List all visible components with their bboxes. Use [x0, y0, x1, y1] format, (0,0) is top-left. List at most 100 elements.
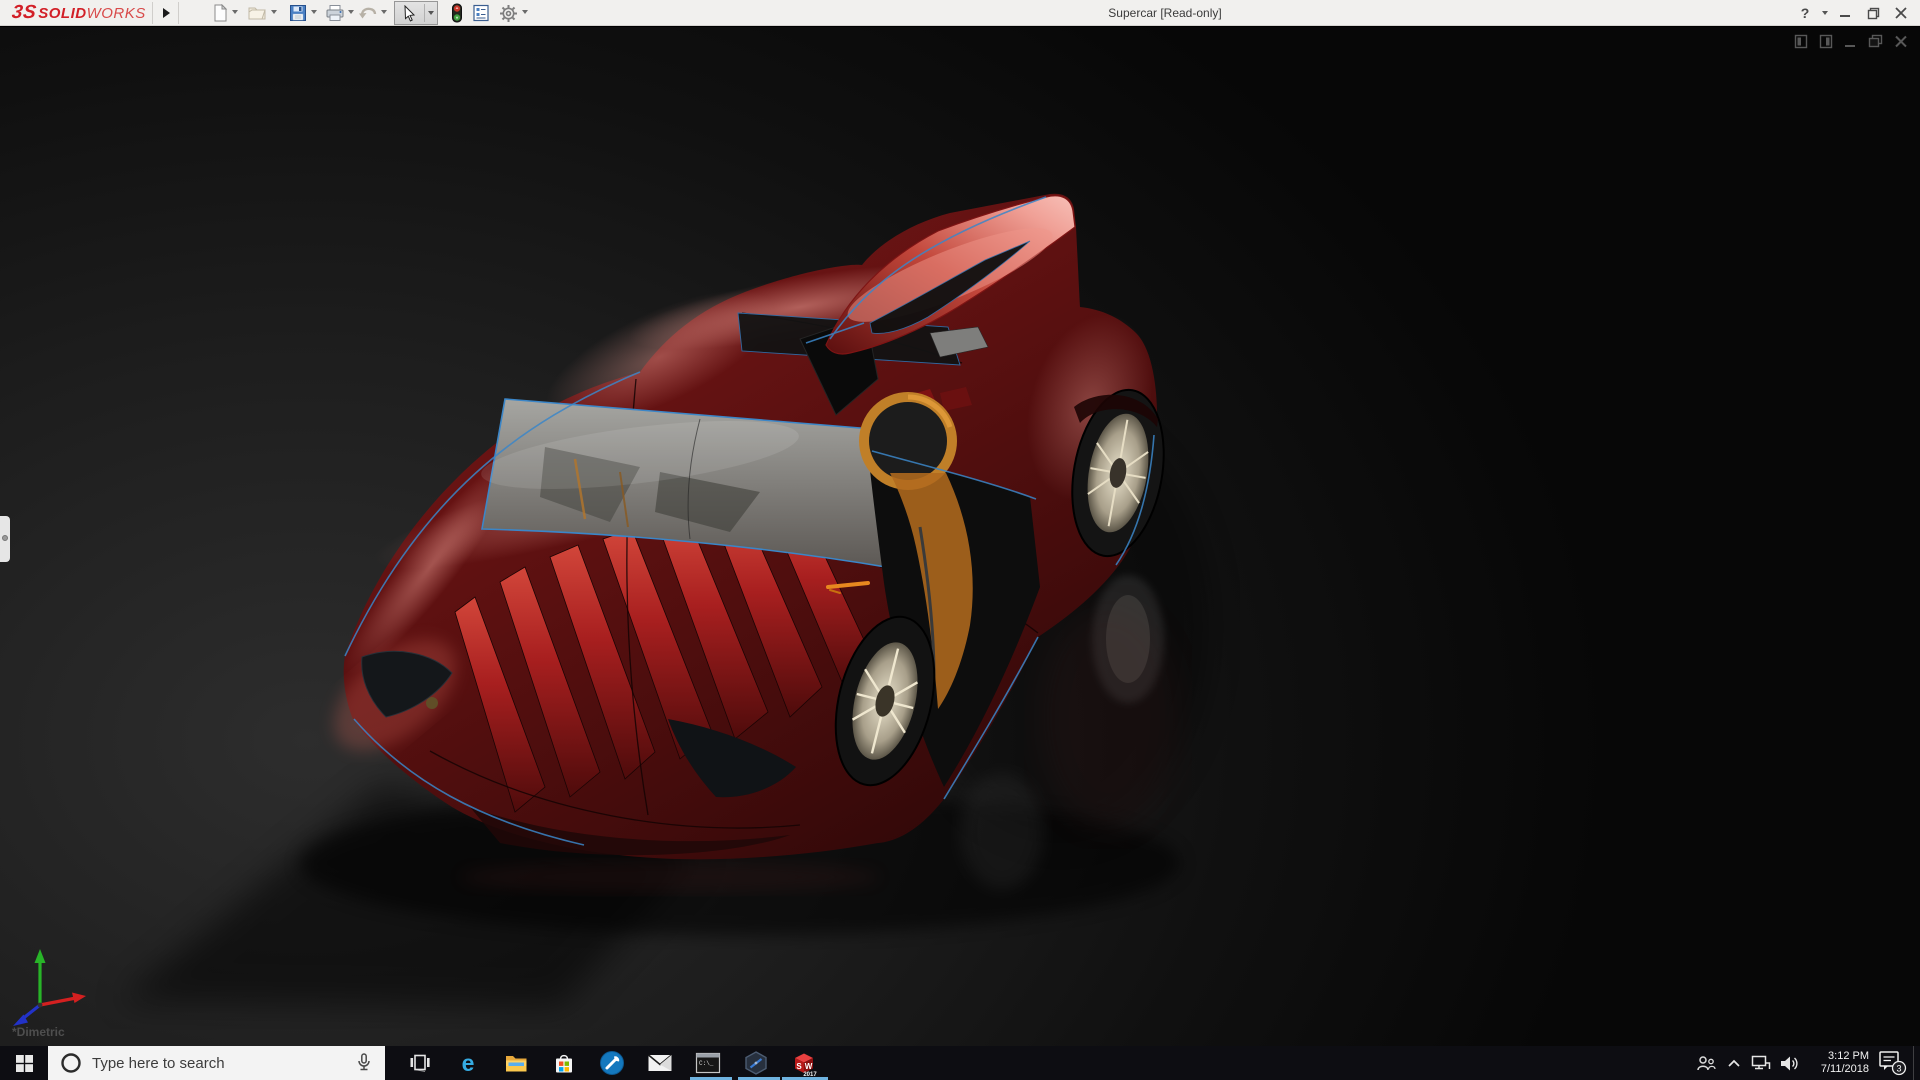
- mail-envelope-icon: [647, 1053, 673, 1073]
- brand-name-light: WORKS: [87, 5, 146, 22]
- flyout-arrow-icon: [161, 7, 171, 19]
- file-properties-button[interactable]: [470, 2, 492, 24]
- menu-flyout-arrow-button[interactable]: [156, 2, 176, 24]
- volume-button[interactable]: [1775, 1046, 1803, 1080]
- document-window-controls: [1794, 34, 1908, 49]
- save-floppy-icon: [289, 4, 307, 22]
- minimize-button[interactable]: [1834, 2, 1856, 24]
- action-center-icon: 3: [1878, 1049, 1908, 1077]
- document-close-icon[interactable]: [1894, 34, 1908, 49]
- brand-name-bold: SOLID: [38, 5, 86, 22]
- undo-dropdown-caret[interactable]: [381, 10, 387, 14]
- flyout-tab-handle-icon: [2, 535, 8, 541]
- task-view-button[interactable]: [396, 1046, 444, 1080]
- x-axis: [40, 998, 76, 1005]
- new-document-button[interactable]: [209, 2, 231, 24]
- close-button[interactable]: [1890, 2, 1912, 24]
- restore-icon: [1867, 7, 1880, 20]
- save-dropdown-caret[interactable]: [311, 10, 317, 14]
- minimize-icon: [1839, 7, 1851, 19]
- file-properties-icon: [472, 4, 490, 22]
- new-dropdown-caret[interactable]: [232, 10, 238, 14]
- chevron-up-icon: [1727, 1058, 1741, 1068]
- view-orientation-label: *Dimetric: [12, 1025, 65, 1039]
- document-minimize-icon[interactable]: [1844, 34, 1857, 49]
- viewport-pane-icon-2[interactable]: [1819, 34, 1833, 49]
- wrench-circle-icon: [599, 1050, 625, 1076]
- window-controls: ?: [1794, 0, 1912, 26]
- windows-taskbar: e: [0, 1046, 1920, 1080]
- restore-button[interactable]: [1862, 2, 1884, 24]
- new-document-icon: [211, 4, 229, 22]
- action-center-button[interactable]: 3: [1873, 1046, 1913, 1080]
- file-explorer-button[interactable]: [492, 1046, 540, 1080]
- hexagon-cad-app-button[interactable]: [732, 1046, 780, 1080]
- separator: [178, 2, 179, 24]
- system-tray: 3:12 PM 7/11/2018 3: [1691, 1046, 1920, 1080]
- speaker-icon: [1779, 1055, 1799, 1072]
- solidworks-app-button[interactable]: S W 2017: [780, 1046, 828, 1080]
- start-button[interactable]: [0, 1046, 48, 1080]
- clock-time: 3:12 PM: [1807, 1050, 1869, 1063]
- select-cursor-icon: [395, 2, 424, 24]
- network-button[interactable]: [1747, 1046, 1775, 1080]
- solidworks-2017-icon: S W 2017: [790, 1049, 818, 1077]
- open-dropdown-caret[interactable]: [271, 10, 277, 14]
- select-dropdown-caret[interactable]: [425, 2, 437, 24]
- traffic-light-icon: [451, 3, 463, 23]
- reference-triad: [4, 941, 96, 1033]
- print-button[interactable]: [324, 2, 346, 24]
- task-view-icon: [409, 1053, 431, 1073]
- print-dropdown-caret[interactable]: [348, 10, 354, 14]
- windows-logo-icon: [16, 1055, 33, 1072]
- separator: [152, 2, 153, 24]
- document-title: Supercar [Read-only]: [1040, 0, 1290, 26]
- rebuild-button[interactable]: [446, 2, 468, 24]
- options-button[interactable]: [497, 2, 519, 24]
- select-tool-button[interactable]: [394, 1, 438, 25]
- edge-browser-button[interactable]: e: [444, 1046, 492, 1080]
- close-icon: [1895, 7, 1907, 19]
- taskbar-search[interactable]: [48, 1046, 385, 1080]
- save-button[interactable]: [287, 2, 309, 24]
- help-dropdown-caret[interactable]: [1822, 11, 1828, 15]
- svg-text:C:\_: C:\_: [699, 1060, 714, 1067]
- open-button[interactable]: [246, 2, 268, 24]
- printer-icon: [325, 4, 345, 22]
- gear-icon: [499, 4, 518, 23]
- taskbar-clock[interactable]: 3:12 PM 7/11/2018: [1807, 1050, 1869, 1076]
- solidworks-logo: 3S SOLID WORKS: [12, 0, 146, 26]
- svg-text:S: S: [796, 1062, 802, 1071]
- mail-app-button[interactable]: [636, 1046, 684, 1080]
- microsoft-store-button[interactable]: [540, 1046, 588, 1080]
- search-input[interactable]: [92, 1055, 355, 1072]
- hexagon-app-icon: [743, 1050, 769, 1076]
- undo-arrow-icon: [358, 4, 378, 22]
- people-button[interactable]: [1691, 1046, 1721, 1080]
- title-bar: 3S SOLID WORKS: [0, 0, 1920, 26]
- cortana-icon: [60, 1052, 82, 1074]
- edge-icon: e: [455, 1050, 481, 1076]
- svg-text:3: 3: [1896, 1063, 1901, 1073]
- ds-monogram-icon: 3S: [10, 2, 37, 24]
- command-prompt-icon: C:\_: [695, 1052, 721, 1074]
- hidden-icons-button[interactable]: [1721, 1046, 1747, 1080]
- svg-text:W: W: [805, 1062, 813, 1071]
- show-desktop-button[interactable]: [1913, 1046, 1920, 1080]
- utility-wrench-app-button[interactable]: [588, 1046, 636, 1080]
- command-prompt-button[interactable]: C:\_: [684, 1046, 732, 1080]
- undo-button[interactable]: [357, 2, 379, 24]
- help-button[interactable]: ?: [1794, 2, 1816, 24]
- graphics-viewport[interactable]: *Dimetric: [0, 27, 1920, 1046]
- ethernet-network-icon: [1751, 1055, 1771, 1071]
- viewport-pane-icon[interactable]: [1794, 34, 1808, 49]
- document-restore-icon[interactable]: [1868, 34, 1883, 49]
- open-folder-icon: [247, 4, 267, 22]
- people-icon: [1695, 1054, 1717, 1072]
- feature-manager-flyout-tab[interactable]: [0, 516, 10, 562]
- store-bag-icon: [552, 1051, 576, 1075]
- microphone-icon[interactable]: [355, 1052, 373, 1074]
- car-model-3d[interactable]: [0, 27, 1920, 1046]
- options-dropdown-caret[interactable]: [522, 10, 528, 14]
- folder-icon: [504, 1052, 529, 1074]
